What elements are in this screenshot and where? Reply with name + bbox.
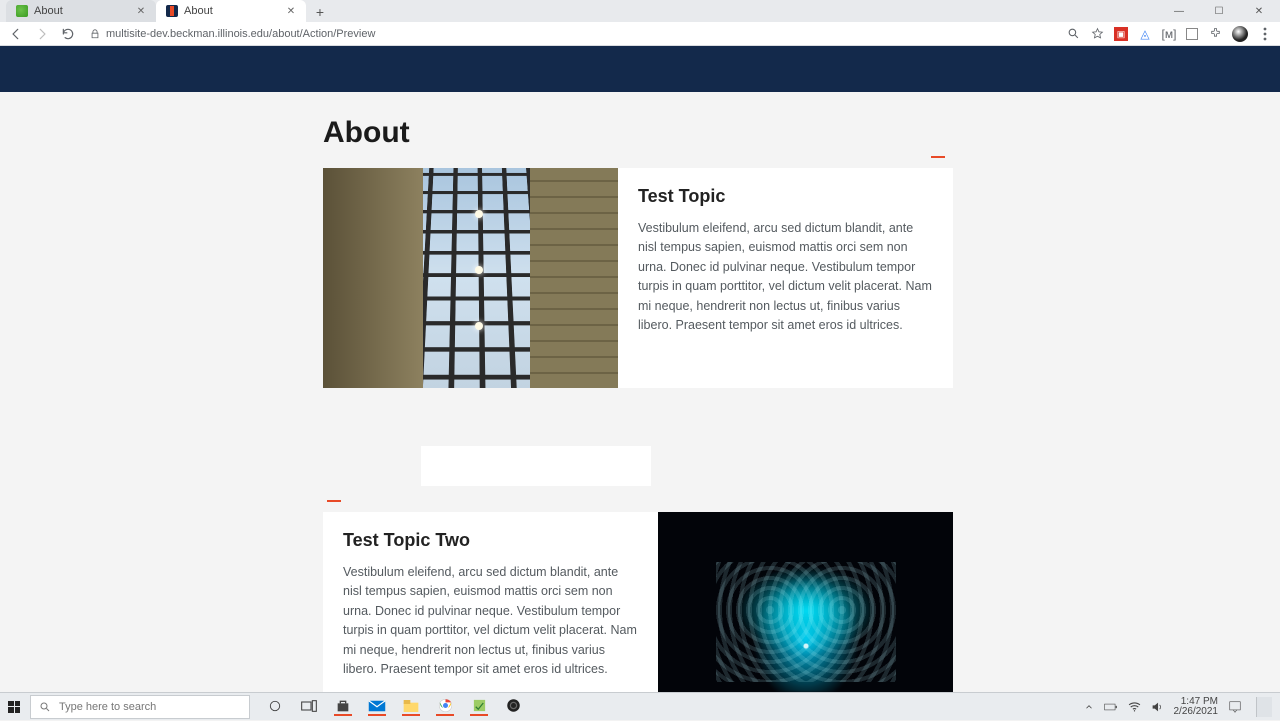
extension-icon[interactable]: ▣ [1114, 27, 1128, 41]
lock-icon [90, 29, 100, 39]
tab-title: About [184, 5, 213, 17]
system-tray: 1:47 PM 2/26/2021 [1084, 697, 1280, 717]
toolbar-right-icons: ▣ ◬ [м] [1066, 26, 1272, 42]
tray-volume-icon[interactable] [1151, 701, 1164, 713]
content-card: Test Topic Vestibulum eleifend, arcu sed… [323, 168, 953, 388]
browser-tab[interactable]: About ✕ [6, 0, 156, 22]
start-button[interactable] [0, 693, 28, 721]
content-card: Test Topic Two Vestibulum eleifend, arcu… [323, 512, 953, 692]
close-window-button[interactable]: ✕ [1246, 6, 1272, 17]
show-desktop-button[interactable] [1256, 697, 1272, 717]
card-title: Test Topic [638, 186, 933, 207]
card-title: Test Topic Two [343, 530, 638, 551]
windows-logo-icon [8, 701, 20, 713]
url-text: multisite-dev.beckman.illinois.edu/about… [106, 28, 375, 40]
taskbar-search[interactable]: Type here to search [30, 695, 250, 719]
page-viewport: About Test Topic Vestibulum eleifend, ar… [0, 46, 1280, 692]
back-button[interactable] [8, 26, 24, 42]
page-title: About [323, 116, 953, 150]
reload-button[interactable] [60, 26, 76, 42]
extension-icon[interactable]: [м] [1162, 27, 1176, 41]
card-body-text: Vestibulum eleifend, arcu sed dictum bla… [638, 219, 933, 335]
accent-rule [327, 500, 341, 502]
browser-toolbar: multisite-dev.beckman.illinois.edu/about… [0, 22, 1280, 46]
tray-chevron-icon[interactable] [1084, 702, 1094, 712]
browser-tabstrip: About ✕ About ✕ + — ☐ ✕ [0, 0, 1280, 22]
accent-rule [931, 156, 945, 158]
maximize-button[interactable]: ☐ [1206, 6, 1232, 17]
zoom-icon[interactable] [1066, 27, 1080, 41]
minimize-button[interactable]: — [1166, 6, 1192, 17]
new-tab-button[interactable]: + [310, 2, 330, 22]
taskbar-app-obs[interactable] [504, 698, 522, 716]
favicon-icon [166, 5, 178, 17]
task-view-icon[interactable] [300, 698, 318, 716]
taskbar-app-chrome[interactable] [436, 698, 454, 716]
windows-taskbar: Type here to search 1:47 PM 2/26/2021 [0, 692, 1280, 720]
site-header-banner [0, 46, 1280, 92]
browser-tab-active[interactable]: About ✕ [156, 0, 306, 22]
extension-icon[interactable] [1186, 28, 1198, 40]
window-controls: — ☐ ✕ [1166, 6, 1280, 17]
taskbar-app-misc[interactable] [470, 698, 488, 716]
card-image-brain [658, 512, 953, 692]
close-icon[interactable]: ✕ [286, 6, 296, 16]
close-icon[interactable]: ✕ [136, 6, 146, 16]
tray-time: 1:47 PM [1174, 697, 1219, 707]
profile-avatar-icon[interactable] [1232, 26, 1248, 42]
tray-clock[interactable]: 1:47 PM 2/26/2021 [1174, 697, 1219, 717]
tray-notifications-icon[interactable] [1228, 700, 1242, 714]
taskbar-app-mail[interactable] [368, 698, 386, 716]
extension-icon[interactable]: ◬ [1138, 27, 1152, 41]
search-placeholder: Type here to search [59, 701, 156, 713]
tray-wifi-icon[interactable] [1128, 701, 1141, 712]
card-dropshadow-block [421, 446, 651, 486]
tray-battery-icon[interactable] [1104, 702, 1118, 712]
card-body-text: Vestibulum eleifend, arcu sed dictum bla… [343, 563, 638, 679]
search-icon [39, 701, 51, 713]
bookmark-star-icon[interactable] [1090, 27, 1104, 41]
kebab-menu-icon[interactable] [1258, 27, 1272, 41]
forward-button[interactable] [34, 26, 50, 42]
tab-title: About [34, 5, 63, 17]
favicon-icon [16, 5, 28, 17]
taskbar-app-store[interactable] [334, 698, 352, 716]
tray-date: 2/26/2021 [1174, 707, 1219, 717]
card-image-skylight [323, 168, 618, 388]
extensions-puzzle-icon[interactable] [1208, 27, 1222, 41]
address-bar[interactable]: multisite-dev.beckman.illinois.edu/about… [86, 25, 1056, 43]
cortana-icon[interactable] [266, 698, 284, 716]
taskbar-app-explorer[interactable] [402, 698, 420, 716]
